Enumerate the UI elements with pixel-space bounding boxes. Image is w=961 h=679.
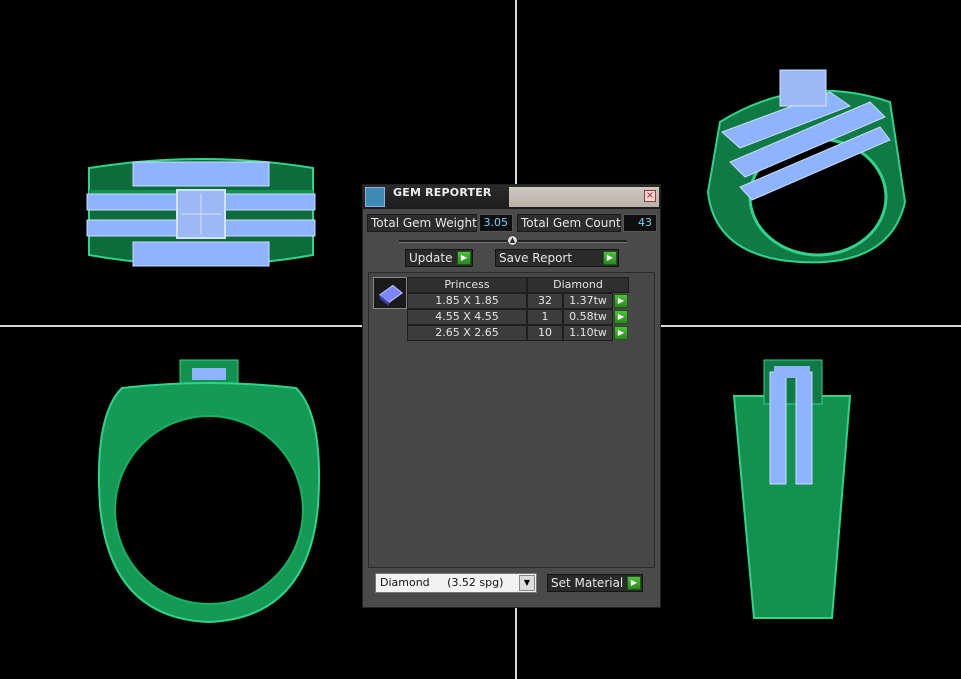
total-gem-weight-value: 3.05 [479,214,513,232]
window-title: GEM REPORTER [393,186,492,199]
gem-reporter-panel: GEM REPORTER × Total Gem Weight 3.05 Tot… [362,184,661,608]
table-row-size: 1.85 X 1.85 [407,293,527,309]
table-row-count: 10 [527,325,563,341]
ring-top-view [86,158,316,267]
title-bar[interactable]: GEM REPORTER × [363,185,660,209]
table-row-weight: 1.37tw [563,293,613,309]
table-row-weight: 1.10tw [563,325,613,341]
chevron-down-icon[interactable]: ▼ [519,575,535,591]
arrow-right-icon[interactable]: ▶ [614,310,628,324]
total-gem-count-label: Total Gem Count [517,214,621,232]
arrow-right-icon: ▶ [457,251,471,265]
set-material-button[interactable]: Set Material ▶ [547,574,643,592]
table-row-size: 2.65 X 2.65 [407,325,527,341]
update-button[interactable]: Update ▶ [405,249,473,267]
column-header-material: Diamond [527,277,629,293]
table-row-count: 1 [527,309,563,325]
ring-side-view [732,359,852,619]
table-row-size: 4.55 X 4.55 [407,309,527,325]
total-gem-count-value: 43 [623,214,657,232]
ring-perspective-view [706,69,907,264]
slider-knob-icon[interactable]: ▲ [507,235,518,246]
princess-gem-icon[interactable] [373,277,407,309]
table-row-count: 32 [527,293,563,309]
set-material-button-label: Set Material [551,576,624,590]
update-button-label: Update [409,251,453,265]
arrow-right-icon[interactable]: ▶ [614,294,628,308]
close-icon[interactable]: × [644,190,656,202]
save-report-button-label: Save Report [499,251,573,265]
column-header-cut: Princess [407,277,527,293]
material-select-value: Diamond (3.52 spg) [380,576,504,589]
material-select[interactable]: Diamond (3.52 spg) ▼ [375,573,537,593]
arrow-right-icon: ▶ [627,576,641,590]
title-bar-fill [509,187,659,207]
table-row-weight: 0.58tw [563,309,613,325]
arrow-right-icon[interactable]: ▶ [614,326,628,340]
arrow-right-icon: ▶ [603,251,617,265]
save-report-button[interactable]: Save Report ▶ [495,249,619,267]
gem-reporter-icon [365,187,385,207]
ring-front-view [97,359,321,624]
total-gem-weight-label: Total Gem Weight [367,214,477,232]
